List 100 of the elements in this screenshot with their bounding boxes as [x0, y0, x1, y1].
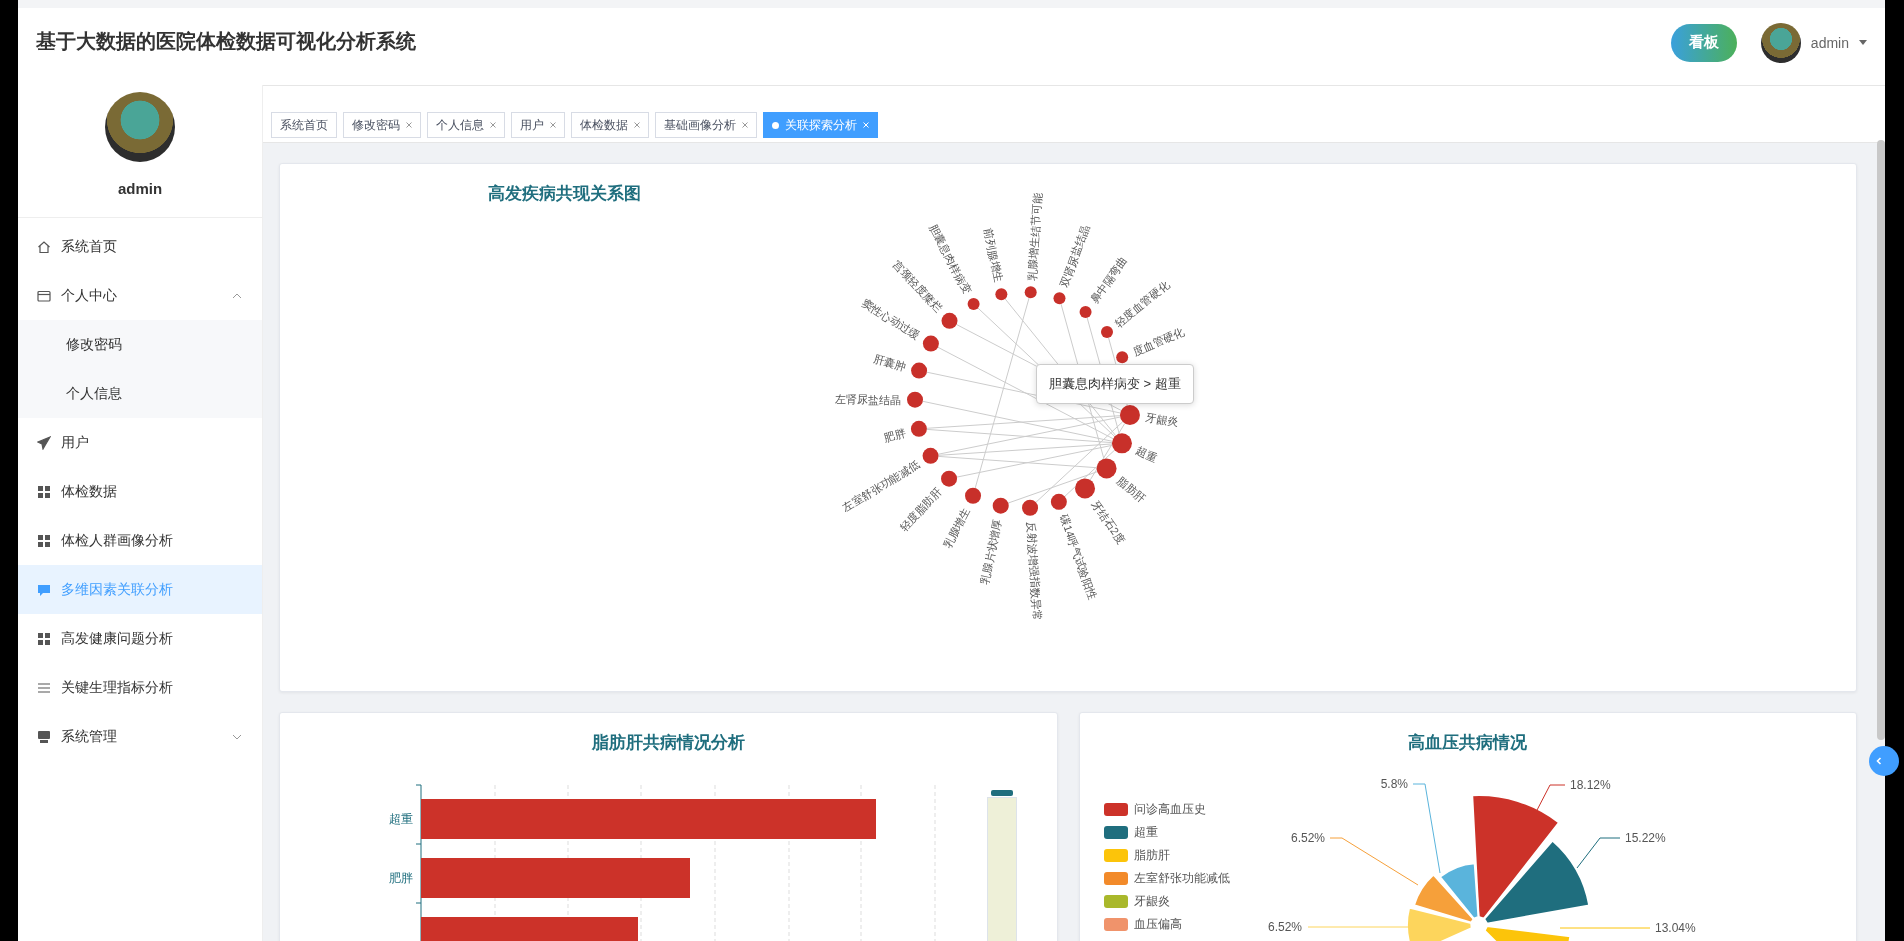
- close-icon[interactable]: [634, 122, 640, 128]
- slice-label: 6.52%: [1267, 920, 1302, 934]
- caret-icon[interactable]: [1859, 40, 1867, 45]
- slice-label: 13.04%: [1654, 921, 1696, 935]
- zoom-slider[interactable]: [987, 797, 1017, 941]
- node-label: 前列腺增生: [982, 227, 1005, 284]
- node-label: 反射波增强指数异常: [1024, 521, 1044, 621]
- graph-node[interactable]: [1024, 286, 1037, 299]
- tab[interactable]: 修改密码: [343, 112, 421, 138]
- graph-node[interactable]: [922, 335, 939, 352]
- legend-swatch[interactable]: [1103, 849, 1128, 862]
- tab[interactable]: 用户: [511, 112, 565, 138]
- legend-swatch[interactable]: [1103, 895, 1128, 908]
- card-icon: [37, 288, 51, 303]
- graph-node[interactable]: [1050, 493, 1067, 510]
- legend-swatch[interactable]: [1103, 918, 1128, 931]
- graph-node[interactable]: [1022, 499, 1039, 516]
- axis-label: 肥胖: [389, 871, 413, 885]
- node-label: 肥胖: [882, 426, 908, 445]
- scrollbar-thumb[interactable]: [1877, 140, 1885, 740]
- legend-swatch[interactable]: [1103, 826, 1128, 839]
- legend-label[interactable]: 超重: [1133, 824, 1158, 841]
- chat-icon: [37, 582, 51, 597]
- menu-item[interactable]: 高发健康问题分析: [18, 614, 262, 663]
- leader-line: [1576, 837, 1620, 869]
- menu-item[interactable]: 系统首页: [18, 222, 262, 271]
- menu-item[interactable]: 系统管理: [18, 712, 262, 761]
- active-dot-icon: [772, 121, 779, 129]
- legend-label[interactable]: 血压偏高: [1133, 916, 1182, 933]
- collapse-button[interactable]: [1869, 746, 1899, 776]
- legend-swatch[interactable]: [1103, 872, 1128, 885]
- user-avatar[interactable]: [1760, 22, 1801, 63]
- legend-swatch[interactable]: [1103, 803, 1128, 816]
- pie-slice[interactable]: [1470, 794, 1560, 920]
- list-icon: [37, 680, 51, 695]
- menu-item[interactable]: 体检人群画像分析: [18, 516, 262, 565]
- menu-item[interactable]: 关键生理指标分析: [18, 663, 262, 712]
- grid-icon: [37, 484, 51, 499]
- graph-node[interactable]: [1079, 305, 1092, 318]
- legend-label[interactable]: 左室舒张功能减低: [1133, 870, 1230, 887]
- home-icon: [37, 239, 51, 254]
- menu-item[interactable]: 用户: [18, 418, 262, 467]
- tab[interactable]: 个人信息: [427, 112, 505, 138]
- graph-node[interactable]: [967, 297, 980, 310]
- tooltip: 胆囊息肉样病变 > 超重: [1036, 364, 1194, 404]
- close-icon[interactable]: [550, 122, 556, 128]
- tab[interactable]: 基础画像分析: [655, 112, 757, 138]
- chevron-left-icon: [1874, 756, 1884, 766]
- node-label: 宫颈轻度糜烂: [890, 258, 945, 315]
- graph-node[interactable]: [1116, 351, 1129, 364]
- chart-title: 脂肪肝共病情况分析: [591, 732, 745, 754]
- node-label: 肝囊肿: [872, 351, 908, 373]
- graph-node[interactable]: [911, 362, 928, 379]
- slice-label: 18.12%: [1569, 778, 1611, 792]
- close-icon[interactable]: [490, 122, 496, 128]
- axis-label: 超重: [389, 812, 413, 826]
- graph-node[interactable]: [907, 391, 923, 408]
- node-label: 牙龈炎: [1144, 411, 1180, 428]
- slice-label: 15.22%: [1624, 831, 1666, 845]
- graph-node[interactable]: [1053, 292, 1066, 305]
- close-icon[interactable]: [406, 122, 412, 128]
- graph-node[interactable]: [965, 487, 981, 504]
- zoom-handle[interactable]: [991, 790, 1013, 796]
- chart-title: 高发疾病共现关系图: [488, 183, 641, 205]
- submenu-item[interactable]: 修改密码: [18, 320, 262, 369]
- graph-node[interactable]: [941, 470, 958, 487]
- node-label: 乳腺增生结节可能: [1025, 192, 1044, 281]
- graph-node[interactable]: [922, 447, 939, 464]
- close-icon[interactable]: [742, 122, 748, 128]
- graph-node[interactable]: [992, 497, 1009, 514]
- graph-node[interactable]: [1111, 433, 1132, 454]
- node-label: 左肾尿盐结晶: [835, 393, 901, 406]
- graph-node[interactable]: [1119, 405, 1140, 426]
- tab[interactable]: 系统首页: [271, 112, 337, 138]
- grid-icon: [37, 631, 51, 646]
- legend-label[interactable]: 牙龈炎: [1133, 893, 1170, 910]
- node-label: 度血管硬化: [1130, 325, 1187, 359]
- graph-node[interactable]: [941, 312, 958, 329]
- menu-item[interactable]: 体检数据: [18, 467, 262, 516]
- node-label: 乳腺片状增厚: [978, 518, 1004, 586]
- graph-node[interactable]: [1096, 458, 1117, 479]
- graph-node[interactable]: [995, 288, 1008, 301]
- user-menu[interactable]: admin: [1810, 34, 1849, 51]
- plane-icon: [37, 435, 51, 450]
- chevron-icon: [232, 733, 242, 740]
- node-label: 超重: [1134, 444, 1160, 465]
- pie-slice[interactable]: [1482, 839, 1590, 925]
- menu-item[interactable]: 个人中心: [18, 271, 262, 320]
- slice-label: 5.8%: [1380, 777, 1408, 791]
- chart-title: 高血压共病情况: [1408, 732, 1528, 754]
- legend-label[interactable]: 问诊高血压史: [1133, 801, 1206, 818]
- profile-username: admin: [18, 162, 262, 218]
- legend-label[interactable]: 脂肪肝: [1133, 847, 1170, 864]
- chevron-icon: [232, 292, 242, 299]
- graph-node[interactable]: [1101, 326, 1113, 339]
- slice-label: 6.52%: [1290, 831, 1325, 845]
- tab[interactable]: 体检数据: [571, 112, 649, 138]
- graph-node[interactable]: [1075, 478, 1095, 499]
- graph-node[interactable]: [910, 420, 927, 437]
- submenu-item[interactable]: 个人信息: [18, 369, 262, 418]
